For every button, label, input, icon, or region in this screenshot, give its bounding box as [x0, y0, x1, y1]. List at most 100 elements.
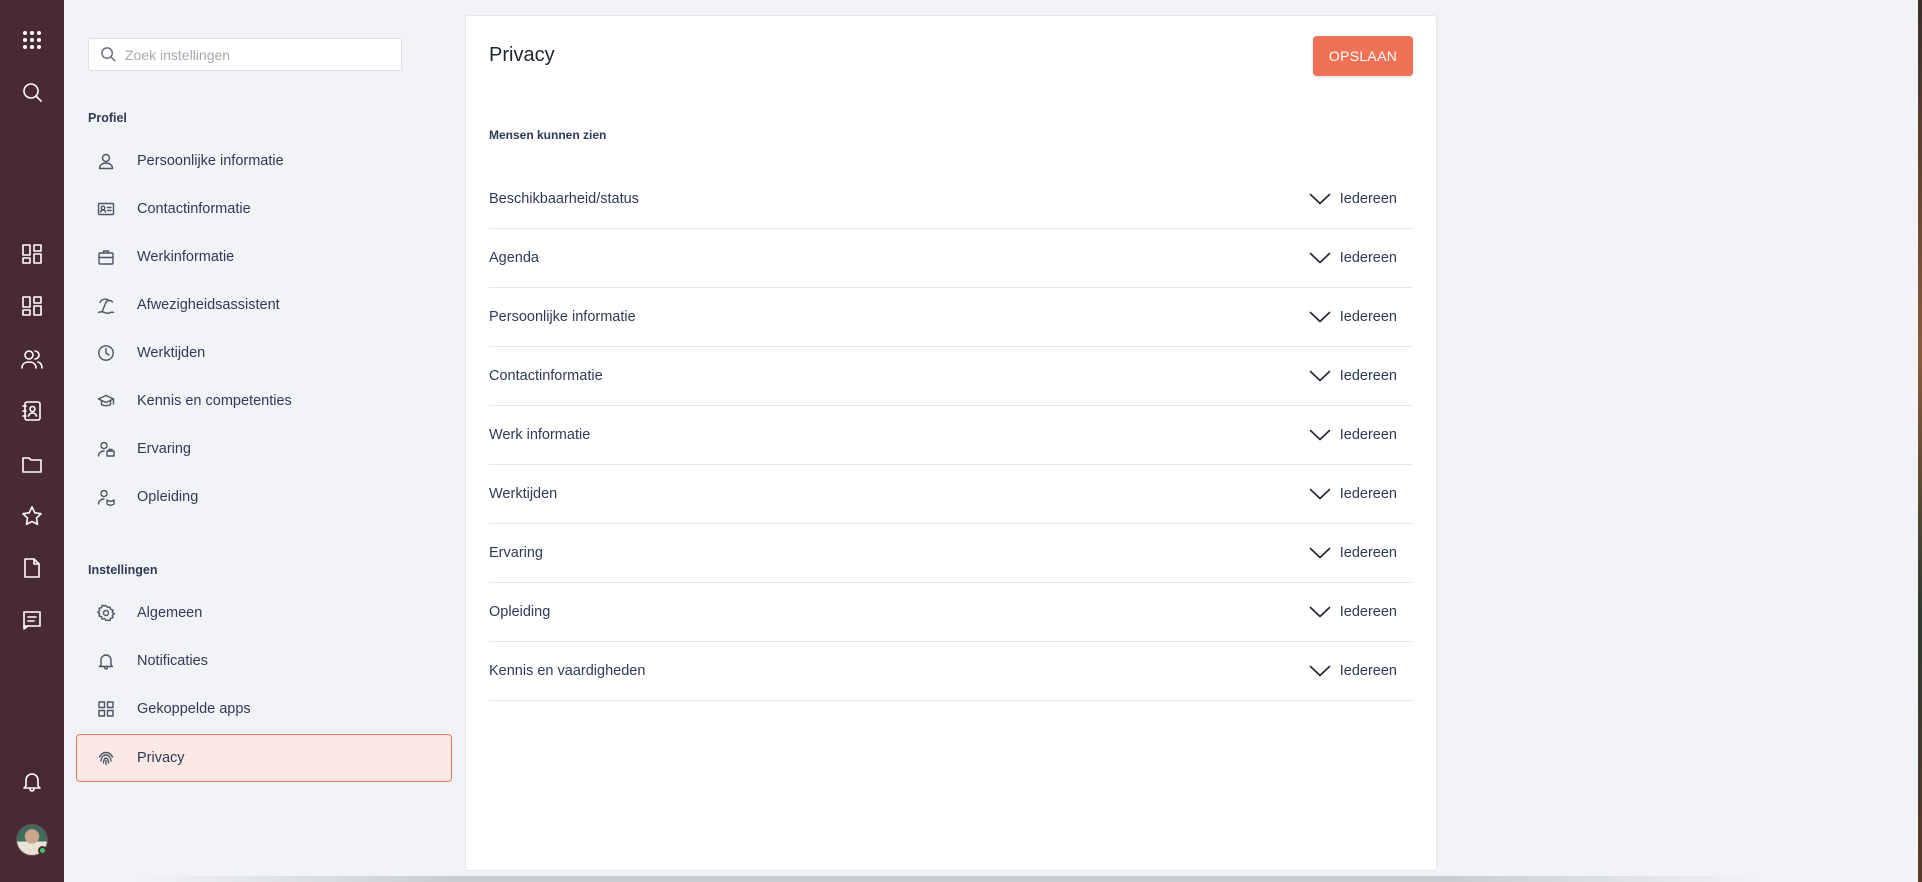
sidebar-item-algemeen[interactable]: Algemeen [76, 589, 452, 637]
save-button[interactable]: OPSLAAN [1313, 36, 1413, 76]
privacy-row-label: Beschikbaarheid/status [489, 191, 639, 207]
section-title-instellingen: Instellingen [88, 563, 158, 577]
privacy-row-label: Opleiding [489, 604, 551, 620]
privacy-row-label: Kennis en vaardigheden [489, 663, 646, 679]
visibility-value: Iedereen [1339, 604, 1397, 620]
clock-icon [97, 344, 115, 362]
folder-icon[interactable] [16, 448, 48, 480]
chevron-down-icon [1309, 252, 1331, 264]
sidebar-item-label: Ervaring [137, 441, 191, 457]
dashboard-icon[interactable] [16, 238, 48, 270]
sidebar-item-label: Privacy [137, 750, 185, 766]
bottom-shadow [140, 876, 1760, 882]
section-title-profiel: Profiel [88, 111, 127, 125]
visibility-select[interactable]: Iedereen [1309, 427, 1397, 443]
privacy-row-label: Werk informatie [489, 427, 591, 443]
privacy-row-kennis-en-vaardigheden: Kennis en vaardigheden Iedereen [489, 642, 1413, 701]
visibility-value: Iedereen [1339, 663, 1397, 679]
sidebar-item-afwezigheidsassistent[interactable]: Afwezigheidsassistent [76, 281, 452, 329]
apps-grid-icon[interactable] [16, 24, 48, 56]
dashboard-alt-icon[interactable] [16, 290, 48, 322]
bell-icon [97, 652, 115, 670]
privacy-row-agenda: Agenda Iedereen [489, 229, 1413, 288]
sidebar-item-label: Notificaties [137, 653, 208, 669]
person-briefcase-icon [97, 440, 115, 458]
chevron-down-icon [1309, 606, 1331, 618]
visibility-value: Iedereen [1339, 309, 1397, 325]
visibility-select[interactable]: Iedereen [1309, 604, 1397, 620]
star-icon[interactable] [16, 500, 48, 532]
person-icon [97, 152, 115, 170]
sidebar-item-notificaties[interactable]: Notificaties [76, 637, 452, 685]
visibility-select[interactable]: Iedereen [1309, 545, 1397, 561]
privacy-row-werktijden: Werktijden Iedereen [489, 465, 1413, 524]
privacy-panel: Privacy OPSLAAN Mensen kunnen zien Besch… [465, 15, 1437, 871]
chevron-down-icon [1309, 311, 1331, 323]
search-icon [101, 47, 116, 62]
privacy-row-label: Werktijden [489, 486, 558, 502]
sidebar-item-werkinformatie[interactable]: Werkinformatie [76, 233, 452, 281]
section-subheading: Mensen kunnen zien [489, 128, 607, 142]
sidebar-item-persoonlijke-informatie[interactable]: Persoonlijke informatie [76, 137, 452, 185]
privacy-row-label: Contactinformatie [489, 368, 603, 384]
visibility-value: Iedereen [1339, 486, 1397, 502]
sidebar-item-label: Werktijden [137, 345, 206, 361]
sidebar-item-opleiding[interactable]: Opleiding [76, 473, 452, 521]
graduation-cap-icon [97, 392, 115, 410]
fingerprint-icon [97, 749, 115, 767]
visibility-value: Iedereen [1339, 368, 1397, 384]
sidebar-item-kennis-en-competenties[interactable]: Kennis en competenties [76, 377, 452, 425]
sidebar-item-label: Algemeen [137, 605, 203, 621]
visibility-value: Iedereen [1339, 545, 1397, 561]
bell-icon[interactable] [16, 765, 48, 797]
sidebar-item-ervaring[interactable]: Ervaring [76, 425, 452, 473]
apps-icon [97, 700, 115, 718]
visibility-select[interactable]: Iedereen [1309, 486, 1397, 502]
sidebar-item-label: Kennis en competenties [137, 393, 292, 409]
sidebar-item-label: Afwezigheidsassistent [137, 297, 280, 313]
settings-sidebar: Profiel Persoonlijke informatie Contacti… [64, 0, 456, 882]
privacy-row-contactinformatie: Contactinformatie Iedereen [489, 347, 1413, 406]
chevron-down-icon [1309, 370, 1331, 382]
contacts-book-icon[interactable] [16, 395, 48, 427]
document-icon[interactable] [16, 552, 48, 584]
visibility-value: Iedereen [1339, 250, 1397, 266]
sidebar-item-contactinformatie[interactable]: Contactinformatie [76, 185, 452, 233]
person-book-icon [97, 488, 115, 506]
chevron-down-icon [1309, 193, 1331, 205]
page-title: Privacy [489, 44, 555, 66]
privacy-row-ervaring: Ervaring Iedereen [489, 524, 1413, 583]
privacy-row-label: Agenda [489, 250, 539, 266]
sidebar-item-werktijden[interactable]: Werktijden [76, 329, 452, 377]
visibility-select[interactable]: Iedereen [1309, 250, 1397, 266]
briefcase-icon [97, 248, 115, 266]
app-rail [0, 0, 64, 882]
empty-backdrop [1446, 0, 1922, 882]
visibility-value: Iedereen [1339, 427, 1397, 443]
privacy-row-beschikbaarheid: Beschikbaarheid/status Iedereen [489, 170, 1413, 229]
privacy-row-opleiding: Opleiding Iedereen [489, 583, 1413, 642]
privacy-row-label: Persoonlijke informatie [489, 309, 636, 325]
id-card-icon [97, 200, 115, 218]
chevron-down-icon [1309, 665, 1331, 677]
privacy-row-persoonlijke-informatie: Persoonlijke informatie Iedereen [489, 288, 1413, 347]
message-icon[interactable] [16, 604, 48, 636]
sidebar-item-label: Gekoppelde apps [137, 701, 251, 717]
chevron-down-icon [1309, 488, 1331, 500]
settings-search-input[interactable] [125, 46, 385, 63]
visibility-select[interactable]: Iedereen [1309, 368, 1397, 384]
settings-search[interactable] [88, 38, 402, 71]
visibility-select[interactable]: Iedereen [1309, 191, 1397, 207]
sidebar-item-gekoppelde-apps[interactable]: Gekoppelde apps [76, 685, 452, 733]
people-icon[interactable] [16, 343, 48, 375]
privacy-row-label: Ervaring [489, 545, 543, 561]
visibility-select[interactable]: Iedereen [1309, 663, 1397, 679]
sidebar-item-label: Opleiding [137, 489, 199, 505]
window-edge [1918, 0, 1922, 882]
online-status-indicator [38, 846, 47, 855]
sidebar-item-privacy[interactable]: Privacy [76, 734, 452, 782]
privacy-row-werk-informatie: Werk informatie Iedereen [489, 406, 1413, 465]
search-icon[interactable] [16, 76, 48, 108]
gear-icon [97, 604, 115, 622]
visibility-select[interactable]: Iedereen [1309, 309, 1397, 325]
